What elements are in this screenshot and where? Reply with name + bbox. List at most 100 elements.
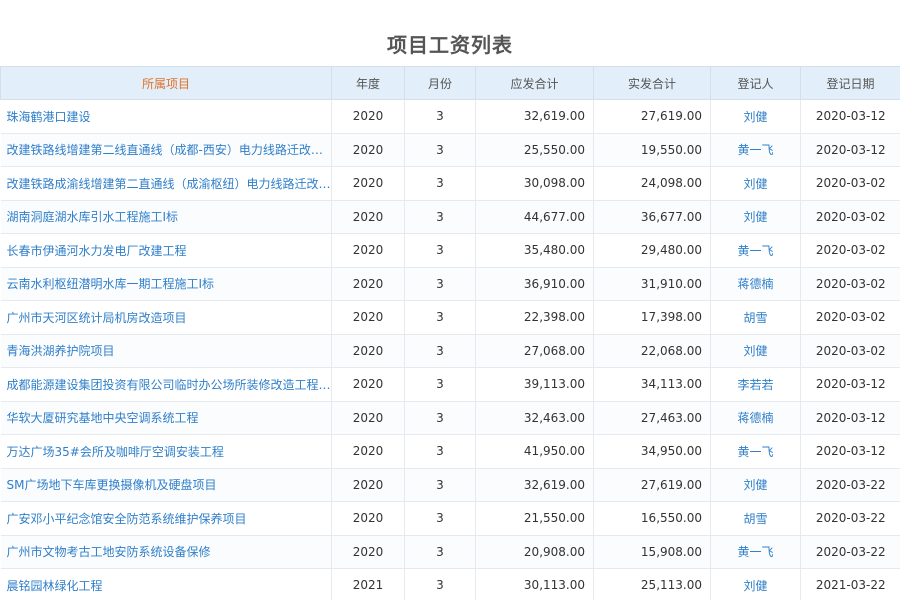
payable-total-cell: 32,463.00 [475, 401, 594, 435]
project-name-link[interactable]: SM广场地下车库更换摄像机及硬盘项目 [0, 468, 332, 502]
month-cell: 3 [404, 300, 476, 335]
registrant-link[interactable]: 刘健 [710, 99, 801, 134]
month-cell: 3 [404, 434, 476, 469]
table-row[interactable]: 晨铭园林绿化工程 2021 3 30,113.00 25,113.00 刘健 2021-03… [0, 568, 900, 600]
table-row[interactable]: 改建铁路线增建第二线直通线（成都-西安）电力线路迁改工程 2020 3 25,550.… [0, 133, 900, 167]
project-name-link[interactable]: 云南水利枢纽潜明水库一期工程施工I标 [0, 267, 332, 301]
payable-total-cell: 36,910.00 [475, 267, 594, 301]
table-row[interactable]: 青海洪湖养护院项目 2020 3 27,068.00 22,068.00 刘健 2020-0… [0, 334, 900, 368]
registrant-link[interactable]: 刘健 [710, 568, 801, 600]
month-cell: 3 [404, 267, 476, 301]
registrant-link[interactable]: 胡雪 [710, 501, 801, 536]
table-row[interactable]: 云南水利枢纽潜明水库一期工程施工I标 2020 3 36,910.00 31,910.0… [0, 267, 900, 301]
salary-list-page: 项目工资列表 所属项目 年度 月份 应发合计 实发合计 登记人 登记日期 珠海鹤… [0, 0, 900, 600]
paid-total-cell: 25,113.00 [593, 568, 711, 600]
registrant-link[interactable]: 李若若 [710, 367, 801, 402]
year-cell: 2020 [331, 300, 405, 335]
paid-total-cell: 27,619.00 [593, 468, 711, 502]
registrant-link[interactable]: 蒋德楠 [710, 401, 801, 435]
registrant-link[interactable]: 黄一飞 [710, 133, 801, 167]
register-date-cell: 2020-03-12 [800, 434, 900, 469]
table-row[interactable]: SM广场地下车库更换摄像机及硬盘项目 2020 3 32,619.00 27,619.0… [0, 468, 900, 502]
table-row[interactable]: 华软大厦研究基地中央空调系统工程 2020 3 32,463.00 27,463.00 蒋… [0, 401, 900, 435]
table-row[interactable]: 广州市天河区统计局机房改造项目 2020 3 22,398.00 17,398.00 胡雪… [0, 300, 900, 335]
column-header-register-date[interactable]: 登记日期 [800, 66, 900, 100]
table-row[interactable]: 广安邓小平纪念馆安全防范系统维护保养项目 2020 3 21,550.00 16,550… [0, 501, 900, 536]
month-cell: 3 [404, 367, 476, 402]
year-cell: 2020 [331, 166, 405, 201]
registrant-link[interactable]: 黄一飞 [710, 233, 801, 268]
payable-total-cell: 25,550.00 [475, 133, 594, 167]
column-header-payable-total[interactable]: 应发合计 [475, 66, 594, 100]
registrant-link[interactable]: 刘健 [710, 200, 801, 234]
year-cell: 2021 [331, 568, 405, 600]
table-row[interactable]: 珠海鹤港口建设 2020 3 32,619.00 27,619.00 刘健 2020-03-… [0, 99, 900, 134]
register-date-cell: 2020-03-12 [800, 133, 900, 167]
project-name-link[interactable]: 成都能源建设集团投资有限公司临时办公场所装修改造工程项目 [0, 367, 332, 402]
project-name-link[interactable]: 广安邓小平纪念馆安全防范系统维护保养项目 [0, 501, 332, 536]
paid-total-cell: 24,098.00 [593, 166, 711, 201]
table-body: 珠海鹤港口建设 2020 3 32,619.00 27,619.00 刘健 2020-03-… [0, 99, 900, 600]
project-name-link[interactable]: 万达广场35#会所及咖啡厅空调安装工程 [0, 434, 332, 469]
project-name-link[interactable]: 湖南洞庭湖水库引水工程施工I标 [0, 200, 332, 234]
register-date-cell: 2020-03-12 [800, 401, 900, 435]
register-date-cell: 2020-03-02 [800, 166, 900, 201]
project-name-link[interactable]: 华软大厦研究基地中央空调系统工程 [0, 401, 332, 435]
column-header-month[interactable]: 月份 [404, 66, 476, 100]
registrant-link[interactable]: 刘健 [710, 166, 801, 201]
month-cell: 3 [404, 99, 476, 134]
month-cell: 3 [404, 501, 476, 536]
project-name-link[interactable]: 青海洪湖养护院项目 [0, 334, 332, 368]
column-header-year[interactable]: 年度 [331, 66, 405, 100]
project-name-link[interactable]: 广州市文物考古工地安防系统设备保修 [0, 535, 332, 569]
registrant-link[interactable]: 胡雪 [710, 300, 801, 335]
payable-total-cell: 41,950.00 [475, 434, 594, 469]
year-cell: 2020 [331, 267, 405, 301]
year-cell: 2020 [331, 200, 405, 234]
paid-total-cell: 15,908.00 [593, 535, 711, 569]
register-date-cell: 2020-03-02 [800, 267, 900, 301]
payable-total-cell: 27,068.00 [475, 334, 594, 368]
month-cell: 3 [404, 334, 476, 368]
table-row[interactable]: 长春市伊通河水力发电厂改建工程 2020 3 35,480.00 29,480.00 黄一… [0, 233, 900, 268]
project-name-link[interactable]: 改建铁路线增建第二线直通线（成都-西安）电力线路迁改工程 [0, 133, 332, 167]
paid-total-cell: 31,910.00 [593, 267, 711, 301]
paid-total-cell: 17,398.00 [593, 300, 711, 335]
paid-total-cell: 34,113.00 [593, 367, 711, 402]
project-name-link[interactable]: 长春市伊通河水力发电厂改建工程 [0, 233, 332, 268]
paid-total-cell: 34,950.00 [593, 434, 711, 469]
column-header-project[interactable]: 所属项目 [0, 66, 332, 100]
project-name-link[interactable]: 珠海鹤港口建设 [0, 99, 332, 134]
month-cell: 3 [404, 401, 476, 435]
column-header-paid-total[interactable]: 实发合计 [593, 66, 711, 100]
project-name-link[interactable]: 改建铁路成渝线增建第二直通线（成渝枢纽）电力线路迁改工程 [0, 166, 332, 201]
registrant-link[interactable]: 刘健 [710, 468, 801, 502]
payable-total-cell: 32,619.00 [475, 99, 594, 134]
project-name-link[interactable]: 晨铭园林绿化工程 [0, 568, 332, 600]
year-cell: 2020 [331, 334, 405, 368]
table-row[interactable]: 广州市文物考古工地安防系统设备保修 2020 3 20,908.00 15,908.00… [0, 535, 900, 569]
month-cell: 3 [404, 568, 476, 600]
registrant-link[interactable]: 黄一飞 [710, 434, 801, 469]
registrant-link[interactable]: 蒋德楠 [710, 267, 801, 301]
year-cell: 2020 [331, 367, 405, 402]
project-name-link[interactable]: 广州市天河区统计局机房改造项目 [0, 300, 332, 335]
table-row[interactable]: 万达广场35#会所及咖啡厅空调安装工程 2020 3 41,950.00 34,950.… [0, 434, 900, 469]
year-cell: 2020 [331, 133, 405, 167]
paid-total-cell: 22,068.00 [593, 334, 711, 368]
table-row[interactable]: 成都能源建设集团投资有限公司临时办公场所装修改造工程项目 2020 3 39,113.… [0, 367, 900, 402]
registrant-link[interactable]: 刘健 [710, 334, 801, 368]
table-row[interactable]: 湖南洞庭湖水库引水工程施工I标 2020 3 44,677.00 36,677.00 刘健… [0, 200, 900, 234]
payable-total-cell: 20,908.00 [475, 535, 594, 569]
year-cell: 2020 [331, 401, 405, 435]
table-row[interactable]: 改建铁路成渝线增建第二直通线（成渝枢纽）电力线路迁改工程 2020 3 30,098.… [0, 166, 900, 201]
register-date-cell: 2020-03-22 [800, 535, 900, 569]
year-cell: 2020 [331, 501, 405, 536]
month-cell: 3 [404, 200, 476, 234]
paid-total-cell: 27,619.00 [593, 99, 711, 134]
registrant-link[interactable]: 黄一飞 [710, 535, 801, 569]
column-header-registrant[interactable]: 登记人 [710, 66, 801, 100]
year-cell: 2020 [331, 468, 405, 502]
register-date-cell: 2020-03-02 [800, 334, 900, 368]
year-cell: 2020 [331, 233, 405, 268]
